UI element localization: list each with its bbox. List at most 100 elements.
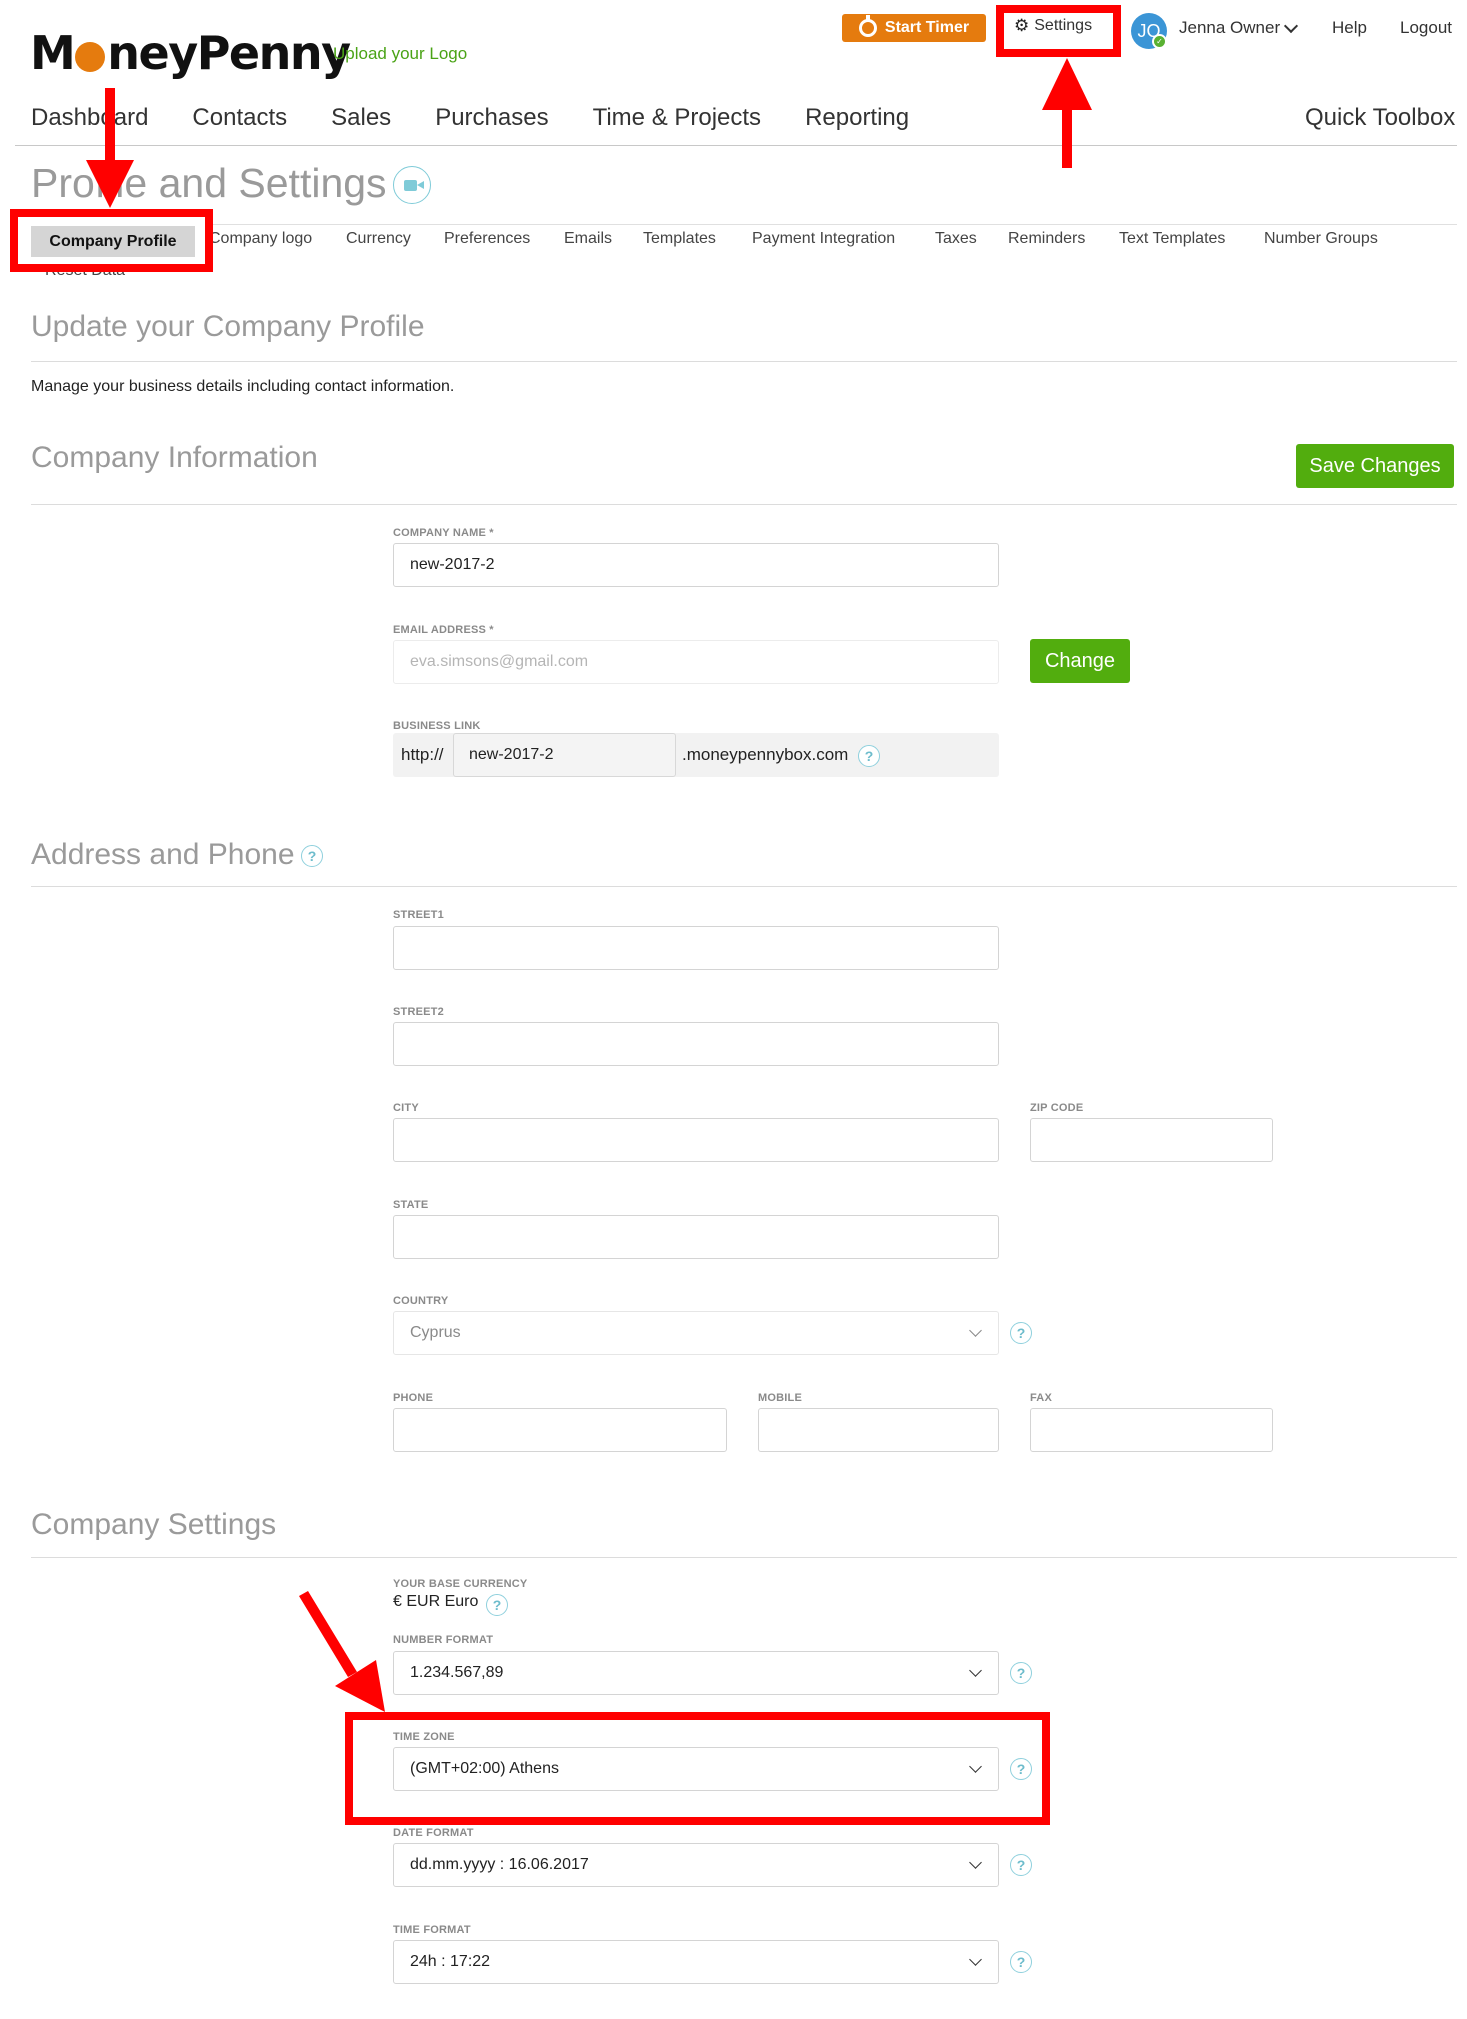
tab-currency[interactable]: Currency bbox=[346, 230, 411, 248]
company-settings-heading: Company Settings bbox=[31, 1508, 277, 1541]
phone-label: PHONE bbox=[393, 1392, 434, 1404]
chevron-down-icon bbox=[969, 1760, 982, 1773]
country-select[interactable]: Cyprus bbox=[393, 1311, 999, 1355]
country-value: Cyprus bbox=[410, 1324, 461, 1341]
date-format-select[interactable]: dd.mm.yyyy : 16.06.2017 bbox=[393, 1843, 999, 1887]
question-circle-icon[interactable]: ? bbox=[1010, 1758, 1032, 1780]
street1-input[interactable] bbox=[393, 926, 999, 970]
tab-preferences[interactable]: Preferences bbox=[444, 230, 530, 248]
question-circle-icon[interactable]: ? bbox=[301, 845, 323, 867]
time-zone-value: (GMT+02:00) Athens bbox=[410, 1760, 559, 1777]
main-nav: Dashboard Contacts Sales Purchases Time … bbox=[31, 104, 953, 132]
tab-number-groups[interactable]: Number Groups bbox=[1264, 230, 1378, 248]
time-format-label: TIME FORMAT bbox=[393, 1924, 471, 1936]
profile-divider bbox=[31, 361, 1457, 362]
logo-orange-dot bbox=[75, 42, 106, 72]
street1-label: STREET1 bbox=[393, 909, 444, 921]
zip-input[interactable] bbox=[1030, 1118, 1273, 1162]
phone-input[interactable] bbox=[393, 1408, 727, 1452]
email-label: EMAIL ADDRESS * bbox=[393, 624, 494, 636]
question-circle-icon[interactable]: ? bbox=[486, 1594, 508, 1616]
tab-emails[interactable]: Emails bbox=[564, 230, 612, 248]
tab-company-logo[interactable]: Company logo bbox=[209, 230, 312, 248]
business-link-label: BUSINESS LINK bbox=[393, 720, 481, 732]
user-name-label: Jenna Owner bbox=[1179, 18, 1281, 37]
number-format-label: NUMBER FORMAT bbox=[393, 1634, 494, 1646]
question-circle-icon[interactable]: ? bbox=[1010, 1322, 1032, 1344]
question-circle-icon[interactable]: ? bbox=[1010, 1662, 1032, 1684]
annotation-arrow-diag-shaft bbox=[299, 1591, 357, 1677]
profile-description: Manage your business details including c… bbox=[31, 378, 455, 395]
city-input[interactable] bbox=[393, 1118, 999, 1162]
country-label: COUNTRY bbox=[393, 1295, 449, 1307]
company-info-heading: Company Information bbox=[31, 441, 318, 474]
base-currency-label: YOUR BASE CURRENCY bbox=[393, 1578, 528, 1590]
street2-input[interactable] bbox=[393, 1022, 999, 1066]
date-format-label: DATE FORMAT bbox=[393, 1827, 474, 1839]
logo-text-rest: neyPenny bbox=[107, 26, 351, 80]
question-circle-icon[interactable]: ? bbox=[858, 745, 880, 767]
number-format-value: 1.234.567,89 bbox=[410, 1664, 504, 1681]
settings-label: Settings bbox=[1034, 17, 1093, 34]
nav-sales[interactable]: Sales bbox=[331, 104, 391, 132]
quick-toolbox-link[interactable]: Quick Toolbox bbox=[1305, 104, 1455, 132]
address-heading: Address and Phone bbox=[31, 838, 295, 871]
city-label: CITY bbox=[393, 1102, 419, 1114]
upload-logo-link[interactable]: Upload your Logo bbox=[333, 44, 467, 64]
company-name-label: COMPANY NAME * bbox=[393, 527, 494, 539]
nav-reporting[interactable]: Reporting bbox=[805, 104, 909, 132]
tab-templates[interactable]: Templates bbox=[643, 230, 716, 248]
mobile-label: MOBILE bbox=[758, 1392, 802, 1404]
nav-purchases[interactable]: Purchases bbox=[435, 104, 548, 132]
video-camera-icon bbox=[403, 179, 424, 191]
nav-contacts[interactable]: Contacts bbox=[192, 104, 287, 132]
change-email-button[interactable]: Change bbox=[1030, 639, 1130, 683]
settings-link[interactable]: ⚙ Settings bbox=[1014, 16, 1092, 36]
question-circle-icon[interactable]: ? bbox=[1010, 1854, 1032, 1876]
business-link-suffix: .moneypennybox.com bbox=[682, 745, 849, 764]
time-format-value: 24h : 17:22 bbox=[410, 1953, 491, 1970]
chevron-down-icon bbox=[1284, 18, 1299, 33]
annotation-arrow-up-head bbox=[1042, 58, 1092, 110]
tab-reset-data[interactable]: Reset Data bbox=[45, 262, 125, 280]
address-divider bbox=[31, 886, 1457, 887]
nav-dashboard[interactable]: Dashboard bbox=[31, 104, 148, 132]
tab-text-templates[interactable]: Text Templates bbox=[1119, 230, 1225, 248]
number-format-select[interactable]: 1.234.567,89 bbox=[393, 1651, 999, 1695]
mobile-input[interactable] bbox=[758, 1408, 999, 1452]
company-name-input[interactable]: new-2017-2 bbox=[393, 543, 999, 587]
save-changes-button[interactable]: Save Changes bbox=[1296, 444, 1454, 488]
start-timer-button[interactable]: Start Timer bbox=[842, 14, 986, 42]
fax-label: FAX bbox=[1030, 1392, 1052, 1404]
business-link-input[interactable]: new-2017-2 bbox=[453, 733, 676, 777]
stopwatch-icon bbox=[858, 15, 877, 37]
company-info-divider bbox=[31, 504, 1457, 505]
user-menu[interactable]: Jenna Owner bbox=[1179, 18, 1299, 38]
question-circle-icon[interactable]: ? bbox=[1010, 1951, 1032, 1973]
tabs-divider bbox=[210, 224, 1457, 225]
time-zone-label: TIME ZONE bbox=[393, 1731, 455, 1743]
time-zone-select[interactable]: (GMT+02:00) Athens bbox=[393, 1747, 999, 1791]
nav-divider bbox=[15, 145, 1457, 146]
logout-link[interactable]: Logout bbox=[1400, 18, 1452, 38]
chevron-down-icon bbox=[969, 1664, 982, 1677]
tab-taxes[interactable]: Taxes bbox=[935, 230, 977, 248]
annotation-arrow-diag-head bbox=[335, 1660, 385, 1712]
tab-reminders[interactable]: Reminders bbox=[1008, 230, 1085, 248]
tab-company-profile[interactable]: Company Profile bbox=[31, 226, 195, 257]
help-link[interactable]: Help bbox=[1332, 18, 1367, 38]
nav-time-projects[interactable]: Time & Projects bbox=[593, 104, 761, 132]
start-timer-label: Start Timer bbox=[884, 19, 970, 36]
tab-payment-integration[interactable]: Payment Integration bbox=[752, 230, 895, 248]
logo-text-m: M bbox=[30, 26, 76, 80]
company-settings-divider bbox=[31, 1557, 1457, 1558]
video-tutorial-button[interactable] bbox=[393, 166, 431, 204]
chevron-down-icon bbox=[969, 1324, 982, 1337]
email-input[interactable]: eva.simsons@gmail.com bbox=[393, 640, 999, 684]
business-link-prefix: http:// bbox=[401, 745, 444, 764]
state-label: STATE bbox=[393, 1199, 429, 1211]
fax-input[interactable] bbox=[1030, 1408, 1273, 1452]
state-input[interactable] bbox=[393, 1215, 999, 1259]
time-format-select[interactable]: 24h : 17:22 bbox=[393, 1940, 999, 1984]
moneypenny-logo[interactable]: MneyPenny bbox=[30, 26, 351, 80]
